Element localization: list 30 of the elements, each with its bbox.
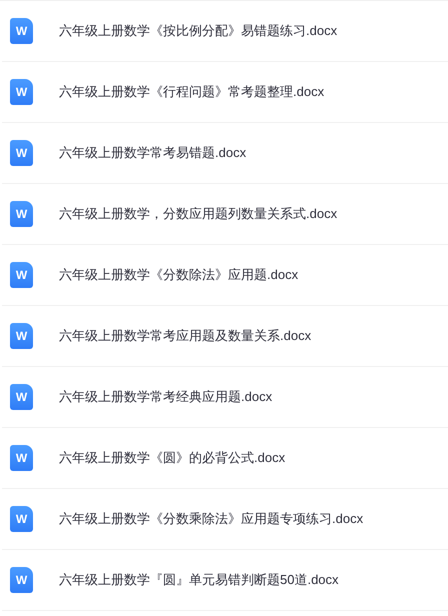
file-name: 六年级上册数学《分数除法》应用题.docx — [59, 266, 298, 284]
word-file-icon: W — [10, 384, 33, 410]
file-row[interactable]: W 六年级上册数学《按比例分配》易错题练习.docx — [2, 1, 448, 62]
file-name: 六年级上册数学常考应用题及数量关系.docx — [59, 327, 312, 346]
file-row[interactable]: W 六年级上册数学『圆』单元易错判断题50道.docx — [2, 550, 448, 611]
word-file-icon: W — [10, 201, 33, 227]
file-row[interactable]: W 六年级上册数学常考易错题.docx — [2, 123, 448, 184]
word-file-icon: W — [10, 567, 33, 593]
file-name: 六年级上册数学《按比例分配》易错题练习.docx — [59, 22, 338, 40]
file-row[interactable]: W 六年级上册数学常考应用题及数量关系.docx — [2, 306, 448, 367]
file-name: 六年级上册数学《行程问题》常考题整理.docx — [59, 83, 324, 102]
file-row[interactable]: W 六年级上册数学《分数除法》应用题.docx — [2, 245, 448, 306]
word-file-icon: W — [10, 18, 33, 44]
word-file-icon: W — [10, 506, 33, 532]
word-file-icon: W — [10, 140, 33, 166]
file-row[interactable]: W 六年级上册数学《分数乘除法》应用题专项练习.docx — [2, 489, 448, 550]
word-file-icon: W — [10, 262, 33, 288]
file-name: 六年级上册数学『圆』单元易错判断题50道.docx — [59, 571, 339, 590]
file-row[interactable]: W 六年级上册数学，分数应用题列数量关系式.docx — [2, 184, 448, 245]
file-name: 六年级上册数学《圆》的必背公式.docx — [59, 449, 286, 468]
word-file-icon: W — [10, 323, 33, 349]
file-row[interactable]: W 六年级上册数学《圆》的必背公式.docx — [2, 428, 448, 489]
word-file-icon: W — [10, 445, 33, 471]
file-name: 六年级上册数学常考易错题.docx — [59, 144, 246, 162]
file-name: 六年级上册数学《分数乘除法》应用题专项练习.docx — [59, 510, 364, 528]
file-name: 六年级上册数学，分数应用题列数量关系式.docx — [59, 205, 338, 224]
file-row[interactable]: W 六年级上册数学常考经典应用题.docx — [2, 367, 448, 428]
file-name: 六年级上册数学常考经典应用题.docx — [59, 388, 272, 406]
word-file-icon: W — [10, 79, 33, 105]
file-row[interactable]: W 六年级上册数学《行程问题》常考题整理.docx — [2, 62, 448, 123]
